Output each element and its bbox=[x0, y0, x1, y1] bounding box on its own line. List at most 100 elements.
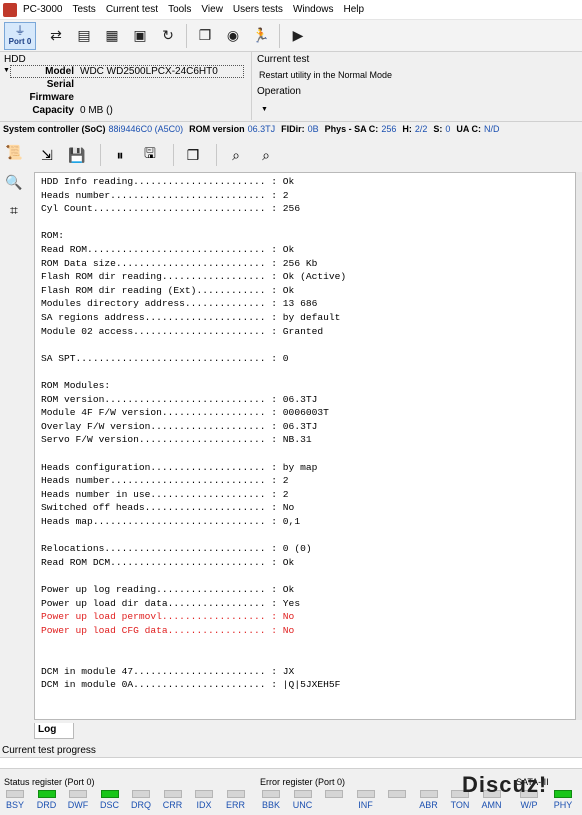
error-register-led bbox=[325, 790, 343, 798]
error-register-led-label: ABR bbox=[419, 800, 438, 810]
model-row: Model WDC WD2500LPCX-24C6HT0 bbox=[0, 66, 252, 79]
capacity-value: 0 MB () bbox=[80, 105, 113, 116]
menu-users-tests[interactable]: Users tests bbox=[228, 4, 288, 15]
serial-label: Serial bbox=[46, 79, 74, 90]
toolbar-separator bbox=[100, 144, 101, 166]
log-line: Heads number in use.................... … bbox=[41, 488, 289, 500]
status-register-led bbox=[37, 790, 56, 798]
play-icon[interactable]: ▶ bbox=[285, 23, 311, 49]
soc-value: 88i9446C0 (A5C0) bbox=[108, 123, 184, 134]
phys-label: Phys - SA C: bbox=[324, 123, 379, 134]
watermark: Discuz! bbox=[462, 772, 548, 797]
menu-current-test[interactable]: Current test bbox=[101, 4, 163, 15]
log-line: Cyl Count.............................. … bbox=[41, 203, 301, 215]
capacity-row: Capacity 0 MB () bbox=[0, 105, 252, 118]
log-line: Modules directory address.............. … bbox=[41, 298, 318, 310]
serial-row: Serial bbox=[0, 79, 252, 92]
status-register-led bbox=[69, 790, 87, 798]
modules-grid-icon[interactable]: ⌗ bbox=[4, 200, 24, 220]
error-register-led bbox=[356, 790, 375, 798]
log-line: Power up load dir data................. … bbox=[41, 597, 301, 609]
progress-label: Current test progress bbox=[2, 745, 96, 756]
log-line: Power up load CFG data................. … bbox=[41, 624, 295, 636]
log-line: Module 02 access....................... … bbox=[41, 325, 324, 337]
left-tool-strip: 📜 🔍 ⌗ bbox=[0, 136, 28, 740]
menu-tests[interactable]: Tests bbox=[67, 4, 100, 15]
soc-label: System controller (SoC) bbox=[3, 123, 106, 134]
error-register-led bbox=[419, 790, 438, 798]
current-test-title: Current test bbox=[257, 54, 310, 65]
main-toolbar: ⏚ Port 0 ⇄ ▤ ▦ ▣ ↻ ❐ ◉ 🏃 ▶ bbox=[0, 20, 582, 52]
uac-value: N/D bbox=[484, 123, 500, 134]
error-register-led-label: INF bbox=[358, 800, 373, 810]
log-line: SA regions address..................... … bbox=[41, 312, 341, 323]
h-value: 2/2 bbox=[414, 123, 428, 134]
menu-tools[interactable]: Tools bbox=[163, 4, 196, 15]
find-next-icon[interactable]: ⌕ bbox=[253, 142, 279, 168]
fidir-label: FIDir: bbox=[281, 123, 305, 134]
sata-led bbox=[554, 790, 572, 798]
menu-app[interactable]: PC-3000 bbox=[17, 4, 67, 15]
menu-help[interactable]: Help bbox=[339, 4, 370, 15]
log-line: Overlay F/W version.................... … bbox=[41, 420, 318, 432]
find-icon[interactable]: ⌕ bbox=[223, 142, 249, 168]
log-line: ROM: bbox=[41, 230, 65, 242]
log-line: Switched off heads..................... … bbox=[41, 502, 295, 514]
error-register-led bbox=[262, 790, 280, 798]
error-register-led-label: UNC bbox=[292, 800, 313, 810]
log-scroll-icon[interactable]: 📜 bbox=[4, 142, 24, 162]
error-register-led bbox=[293, 790, 312, 798]
operation-dropdown-icon[interactable]: ▼ bbox=[261, 106, 268, 113]
status-register-led-label: CRR bbox=[162, 800, 183, 810]
log-output[interactable]: HDD Info reading....................... … bbox=[34, 172, 576, 720]
utility-icon[interactable]: ▣ bbox=[127, 23, 153, 49]
connect-icon[interactable]: ⇄ bbox=[43, 23, 69, 49]
drive-info-icon[interactable]: ▤ bbox=[71, 23, 97, 49]
log-scrollbar[interactable] bbox=[576, 172, 582, 720]
chip-icon[interactable]: ▦ bbox=[99, 23, 125, 49]
s-value: 0 bbox=[445, 123, 451, 134]
save-log-icon[interactable]: 💾 bbox=[64, 142, 90, 168]
error-register-title: Error register (Port 0) bbox=[260, 777, 346, 787]
log-line: Heads number........................... … bbox=[41, 475, 289, 487]
copy-log-icon[interactable]: ❐ bbox=[180, 142, 206, 168]
toolbar-separator bbox=[173, 144, 174, 166]
copy-icon[interactable]: ❐ bbox=[192, 23, 218, 49]
uac-label: UA C: bbox=[456, 123, 482, 134]
menu-windows[interactable]: Windows bbox=[288, 4, 339, 15]
log-line: Flash ROM dir reading.................. … bbox=[41, 271, 347, 283]
sata-led-label: PHY bbox=[553, 800, 573, 810]
status-register-led bbox=[163, 790, 182, 798]
hdd-panel: HDD ▼ Model WDC WD2500LPCX-24C6HT0 Seria… bbox=[0, 52, 252, 120]
error-register-led-label: TON bbox=[450, 800, 470, 810]
search-key-icon[interactable]: 🔍 bbox=[4, 172, 24, 192]
menu-view[interactable]: View bbox=[196, 4, 228, 15]
disk-icon[interactable]: ◉ bbox=[220, 23, 246, 49]
log-line: DCM in module 47....................... … bbox=[41, 665, 295, 677]
export-icon[interactable]: ⇲ bbox=[34, 142, 60, 168]
test-progress-bar bbox=[0, 757, 582, 769]
save-icon[interactable]: 🖫 bbox=[137, 142, 163, 168]
sata-led-label: W/P bbox=[520, 800, 538, 810]
log-line: Read ROM............................... … bbox=[41, 244, 295, 255]
status-register-led bbox=[195, 790, 213, 798]
soc-info-bar: System controller (SoC) 88i9446C0 (A5C0)… bbox=[0, 121, 582, 135]
log-line: ROM Data size.......................... … bbox=[41, 257, 318, 269]
error-register-led bbox=[388, 790, 406, 798]
log-line: Heads number........................... … bbox=[41, 189, 289, 201]
log-line: Flash ROM dir reading (Ext)............ … bbox=[41, 284, 295, 296]
run-icon[interactable]: 🏃 bbox=[248, 23, 274, 49]
refresh-icon[interactable]: ↻ bbox=[155, 23, 181, 49]
tab-log[interactable]: Log bbox=[34, 723, 74, 739]
capacity-label: Capacity bbox=[32, 105, 74, 116]
log-line: Read ROM DCM........................... … bbox=[41, 556, 295, 568]
status-register-led-label: DWF bbox=[67, 800, 89, 810]
menu-bar: PC-3000 Tests Current test Tools View Us… bbox=[0, 0, 582, 20]
log-line: Relocations............................ … bbox=[41, 543, 312, 555]
phys-value: 256 bbox=[381, 123, 397, 134]
pause-icon[interactable]: ⏸ bbox=[107, 142, 133, 168]
log-line: Heads map.............................. … bbox=[41, 516, 301, 527]
rom-label: ROM version bbox=[189, 123, 245, 134]
port-button[interactable]: ⏚ Port 0 bbox=[4, 21, 36, 50]
status-register-led bbox=[226, 790, 245, 798]
